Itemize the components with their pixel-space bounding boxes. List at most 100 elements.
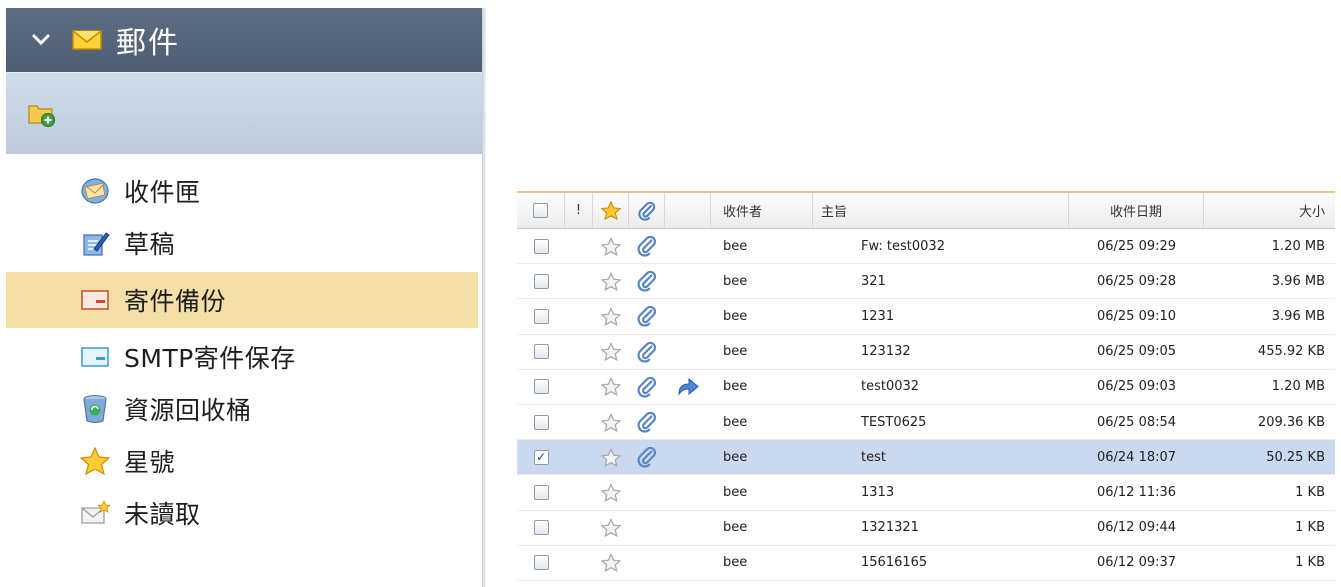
message-row[interactable]: bee Fw: test0032 06/25 09:29 1.20 MB bbox=[517, 229, 1335, 265]
mail-section-header[interactable]: 郵件 bbox=[6, 8, 482, 72]
star-icon[interactable] bbox=[601, 553, 621, 573]
size-cell: 1 KB bbox=[1295, 520, 1325, 536]
folder-drafts[interactable]: 草稿 bbox=[6, 217, 478, 269]
row-select-cell[interactable] bbox=[517, 546, 565, 580]
star-icon[interactable] bbox=[601, 271, 621, 291]
size-cell: 1.20 MB bbox=[1271, 238, 1325, 254]
star-toggle[interactable] bbox=[593, 335, 629, 369]
row-checkbox[interactable] bbox=[533, 379, 549, 395]
star-icon[interactable] bbox=[601, 236, 621, 256]
select-all-checkbox[interactable] bbox=[533, 203, 548, 218]
subject-cell[interactable]: 123132 bbox=[813, 335, 1069, 369]
size-cell: 50.25 KB bbox=[1266, 449, 1325, 465]
status-cell bbox=[665, 546, 711, 580]
star-toggle[interactable] bbox=[593, 264, 629, 298]
star-toggle[interactable] bbox=[593, 405, 629, 439]
select-all-cell[interactable] bbox=[517, 193, 565, 228]
message-row[interactable]: ✓ bee test 06/24 18:07 50.25 KB bbox=[517, 440, 1335, 476]
star-icon[interactable] bbox=[601, 482, 621, 502]
row-select-cell[interactable] bbox=[517, 299, 565, 333]
star-icon[interactable] bbox=[601, 377, 621, 397]
star-toggle[interactable] bbox=[593, 475, 629, 509]
subject-cell[interactable]: test0032 bbox=[813, 370, 1069, 404]
row-checkbox[interactable]: ✓ bbox=[533, 449, 549, 465]
star-icon[interactable] bbox=[601, 342, 621, 362]
priority-cell bbox=[565, 229, 593, 263]
row-select-cell[interactable] bbox=[517, 264, 565, 298]
star-toggle[interactable] bbox=[593, 229, 629, 263]
message-row[interactable]: bee 123132 06/25 09:05 455.92 KB bbox=[517, 334, 1335, 370]
column-star[interactable] bbox=[593, 193, 629, 228]
row-select-cell[interactable] bbox=[517, 405, 565, 439]
row-select-cell[interactable] bbox=[517, 229, 565, 263]
row-checkbox[interactable] bbox=[533, 484, 549, 500]
folder-inbox[interactable]: 收件匣 bbox=[6, 165, 478, 217]
star-toggle[interactable] bbox=[593, 299, 629, 333]
subject-cell[interactable]: 15616165 bbox=[813, 546, 1069, 580]
recipient-cell: bee bbox=[723, 273, 748, 289]
folder-label-unread: 未讀取 bbox=[124, 500, 201, 529]
star-toggle[interactable] bbox=[593, 440, 629, 474]
row-select-cell[interactable] bbox=[517, 511, 565, 545]
column-priority[interactable]: ! bbox=[565, 193, 593, 228]
column-status[interactable] bbox=[665, 193, 711, 228]
star-toggle[interactable] bbox=[593, 511, 629, 545]
row-select-cell[interactable] bbox=[517, 475, 565, 509]
row-checkbox[interactable] bbox=[533, 238, 549, 254]
message-row[interactable]: bee 1313 06/12 11:36 1 KB bbox=[517, 475, 1335, 511]
folder-sent[interactable]: 寄件備份 bbox=[6, 272, 478, 328]
column-size[interactable]: 大小 bbox=[1204, 193, 1335, 228]
column-recipient[interactable]: 收件者 bbox=[711, 193, 813, 228]
subject-cell[interactable]: 1321321 bbox=[813, 511, 1069, 545]
star-icon[interactable] bbox=[601, 412, 621, 432]
attachment-cell bbox=[629, 511, 665, 545]
column-attachment[interactable] bbox=[629, 193, 665, 228]
star-toggle[interactable] bbox=[593, 370, 629, 404]
row-checkbox[interactable] bbox=[533, 308, 549, 324]
priority-cell bbox=[565, 299, 593, 333]
row-select-cell[interactable] bbox=[517, 335, 565, 369]
star-icon[interactable] bbox=[601, 518, 621, 538]
pane-splitter[interactable] bbox=[482, 8, 486, 587]
message-row[interactable]: bee TEST0625 06/25 08:54 209.36 KB bbox=[517, 404, 1335, 441]
star-icon[interactable] bbox=[601, 307, 621, 326]
new-folder-icon[interactable] bbox=[28, 101, 56, 127]
subject-cell[interactable]: 1313 bbox=[813, 475, 1069, 509]
status-cell bbox=[665, 511, 711, 545]
message-row[interactable]: bee test0032 06/25 09:03 1.20 MB bbox=[517, 369, 1335, 405]
subject-cell[interactable]: Fw: test0032 bbox=[813, 229, 1069, 263]
row-select-cell[interactable] bbox=[517, 370, 565, 404]
row-checkbox[interactable] bbox=[533, 414, 549, 430]
subject-cell[interactable]: test bbox=[813, 440, 1069, 474]
subject-cell[interactable]: 321 bbox=[813, 264, 1069, 298]
size-cell: 3.96 MB bbox=[1271, 273, 1325, 289]
column-date[interactable]: 收件日期 bbox=[1069, 193, 1204, 228]
message-row[interactable]: bee 1231 06/25 09:10 3.96 MB bbox=[517, 299, 1335, 335]
star-toggle[interactable] bbox=[593, 546, 629, 580]
paperclip-icon bbox=[636, 376, 658, 398]
folder-list: 收件匣 草稿 寄件備份 SMTP寄件保存 資源回收桶 星號 未讀取 bbox=[6, 165, 478, 539]
folder-starred[interactable]: 星號 bbox=[6, 435, 478, 487]
row-checkbox[interactable] bbox=[533, 344, 549, 360]
subject-cell[interactable]: 1231 bbox=[813, 299, 1069, 333]
column-subject[interactable]: 主旨 bbox=[813, 193, 1069, 228]
row-checkbox[interactable] bbox=[533, 520, 549, 536]
subject-cell[interactable]: TEST0625 bbox=[813, 405, 1069, 439]
row-checkbox[interactable] bbox=[533, 273, 549, 289]
folder-recycle-bin[interactable]: 資源回收桶 bbox=[6, 383, 478, 435]
folder-smtp-sent[interactable]: SMTP寄件保存 bbox=[6, 331, 478, 383]
row-select-cell[interactable]: ✓ bbox=[517, 440, 565, 474]
size-cell: 3.96 MB bbox=[1271, 308, 1325, 324]
inbox-icon bbox=[78, 176, 112, 206]
row-checkbox[interactable] bbox=[533, 555, 549, 571]
date-cell: 06/24 18:07 bbox=[1096, 449, 1177, 465]
message-row[interactable]: bee 15616165 06/12 09:37 1 KB bbox=[517, 545, 1335, 581]
message-row[interactable]: bee 1321321 06/12 09:44 1 KB bbox=[517, 510, 1335, 546]
message-row[interactable]: bee 321 06/25 09:28 3.96 MB bbox=[517, 264, 1335, 300]
star-header-icon bbox=[600, 201, 621, 220]
unread-icon bbox=[78, 498, 112, 528]
priority-cell bbox=[565, 405, 593, 439]
folder-unread[interactable]: 未讀取 bbox=[6, 487, 478, 539]
star-icon[interactable] bbox=[601, 447, 621, 467]
chevron-down-icon[interactable] bbox=[32, 31, 50, 49]
